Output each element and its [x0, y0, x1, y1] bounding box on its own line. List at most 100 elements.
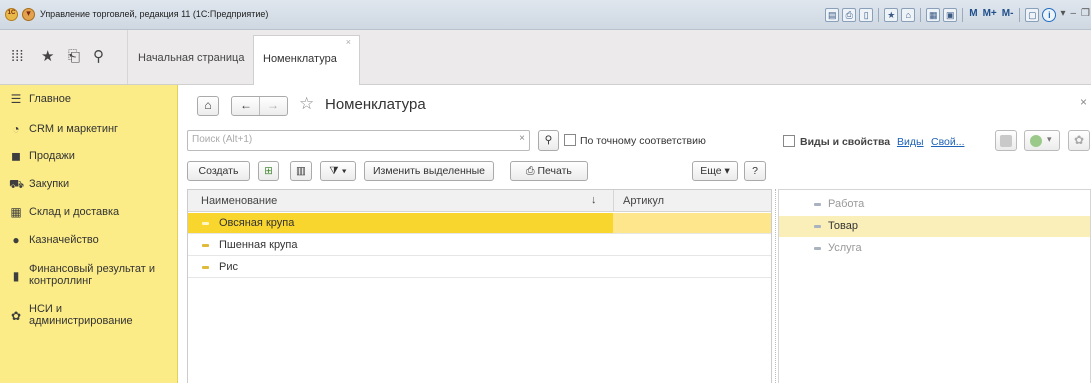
sections-grid-icon[interactable]: ⁞⁞⁞ — [11, 49, 24, 64]
nav-arrows: ← → — [231, 96, 288, 116]
back-arrow-icon[interactable]: ← — [240, 98, 252, 112]
settings-gear-button[interactable]: ✿ — [1068, 130, 1090, 151]
print-icon: ⎙ — [526, 165, 538, 177]
history-icon[interactable]: ⎗ — [68, 49, 80, 64]
edit-selected-button[interactable]: Изменить выделенные — [364, 161, 494, 181]
main-menu-icon[interactable] — [22, 8, 35, 21]
table-row[interactable]: Рис — [188, 257, 771, 278]
tab-home[interactable]: Начальная страница — [138, 52, 244, 64]
page-title: Номенклатура — [325, 96, 426, 113]
sidebar-item-label: Финансовый результат и контроллинг — [29, 263, 155, 287]
memory-plus-button[interactable]: M+ — [982, 8, 998, 22]
title-toolbar: ▤ ⎙ ▯ ★ ⌂ ▦ ▣ M M+ M- ▢ i ▾ – ❐ — [825, 7, 1091, 23]
row-article — [613, 257, 771, 277]
minimize-icon[interactable]: – — [1069, 8, 1077, 22]
circle-icon — [1030, 135, 1042, 147]
column-divider — [613, 190, 614, 212]
table-row[interactable]: Пшенная крупа — [188, 235, 771, 256]
tabs-separator — [127, 30, 128, 84]
calculator-icon[interactable]: ▦ — [926, 8, 941, 22]
gear-icon: ✿ — [1074, 133, 1085, 147]
search-icon[interactable]: ⚲ — [93, 49, 104, 64]
close-form-icon[interactable]: × — [1080, 95, 1087, 109]
kinds-list: Работа Товар Услуга — [778, 189, 1091, 383]
cart-icon: ⛟ — [9, 177, 25, 191]
close-tab-icon[interactable]: × — [346, 37, 351, 47]
sidebar-item-label: Главное — [29, 93, 72, 105]
sidebar-item-label: Продажи — [29, 150, 75, 162]
app-logo-icon[interactable] — [5, 8, 18, 21]
memory-button[interactable]: M — [968, 8, 978, 22]
copy-icon[interactable]: ⊞ — [258, 161, 279, 181]
history-icon[interactable]: ⌂ — [901, 8, 916, 22]
list-item[interactable]: Товар — [779, 216, 1090, 237]
favorites-icon[interactable]: ★ — [884, 8, 899, 22]
tab-nomenclature-label: Номенклатура — [263, 53, 337, 65]
table-row[interactable]: Овсяная крупа — [188, 213, 771, 234]
more-button[interactable]: Еще ▾ — [692, 161, 738, 181]
create-button[interactable]: Создать — [187, 161, 250, 181]
chart-icon: ▮ — [12, 269, 20, 283]
nomenclature-form: ⌂ ← → ☆ Номенклатура × Поиск (Alt+1) × ⚲… — [178, 85, 1091, 383]
sidebar-item-label: CRM и маркетинг — [29, 123, 119, 135]
row-name: Пшенная крупа — [219, 239, 298, 251]
color-menu-button[interactable]: ▾ — [1024, 130, 1060, 151]
properties-link[interactable]: Свой... — [931, 136, 965, 148]
list-item-label: Услуга — [828, 242, 862, 254]
list-icon[interactable]: ▤ — [825, 8, 840, 22]
item-icon — [814, 247, 821, 250]
print-button[interactable]: ⎙ Печать — [510, 161, 588, 181]
search-button[interactable]: ⚲ — [538, 130, 559, 151]
list-item-label: Работа — [828, 198, 865, 210]
window-layout-icon[interactable]: ▢ — [1025, 8, 1040, 22]
notes-icon[interactable] — [995, 130, 1017, 151]
notes-glyph — [1000, 135, 1012, 147]
table-header: Наименование ↓ Артикул — [188, 190, 771, 212]
preview-icon[interactable]: ▯ — [859, 8, 874, 22]
list-item[interactable]: Работа — [779, 194, 1090, 215]
row-name: Рис — [219, 261, 238, 273]
row-article — [613, 235, 771, 255]
kinds-link[interactable]: Виды — [897, 136, 924, 148]
crm-icon: ◔ — [12, 122, 20, 136]
calendar-icon[interactable]: ▣ — [943, 8, 958, 22]
restore-icon[interactable]: ❐ — [1080, 8, 1091, 22]
list-item[interactable]: Услуга — [779, 238, 1090, 259]
row-article — [613, 213, 771, 233]
tab-nomenclature[interactable]: Номенклатура × — [253, 35, 360, 85]
item-icon — [202, 244, 209, 247]
favorites-star-icon[interactable]: ★ — [41, 49, 54, 64]
item-icon — [202, 222, 209, 225]
list-item-label: Товар — [828, 220, 858, 232]
print-icon[interactable]: ⎙ — [842, 8, 857, 22]
search-input[interactable]: Поиск (Alt+1) × — [187, 130, 530, 151]
sidebar-item-label: Казначейство — [29, 234, 99, 246]
dropdown-arrow-icon[interactable]: ▾ — [1059, 8, 1066, 22]
exact-match-checkbox[interactable] — [564, 134, 576, 146]
memory-minus-button[interactable]: M- — [1001, 8, 1015, 22]
kinds-properties-checkbox[interactable] — [783, 135, 795, 147]
filter-icon[interactable]: ⧩ ▾ — [320, 161, 356, 181]
column-header-name[interactable]: Наименование — [201, 195, 277, 207]
toolbar-separator — [962, 8, 964, 22]
panel-splitter[interactable] — [775, 189, 776, 383]
bag-icon: ◼ — [11, 149, 21, 163]
search-placeholder: Поиск (Alt+1) — [192, 134, 253, 145]
help-button[interactable]: ? — [744, 161, 766, 181]
clear-search-icon[interactable]: × — [519, 133, 525, 144]
forward-arrow-icon[interactable]: → — [267, 98, 279, 112]
row-name: Овсяная крупа — [219, 217, 295, 229]
add-favorite-star-icon[interactable]: ☆ — [299, 94, 314, 114]
barcode-icon[interactable]: ▥ — [290, 161, 312, 181]
info-icon[interactable]: i — [1042, 8, 1057, 22]
column-header-article[interactable]: Артикул — [623, 195, 664, 207]
nomenclature-table: Наименование ↓ Артикул Овсяная крупа Пше… — [187, 189, 772, 383]
home-button[interactable]: ⌂ — [197, 96, 219, 116]
warehouse-icon: ▦ — [10, 205, 22, 219]
kinds-properties-label: Виды и свойства — [800, 136, 891, 148]
sidebar-item-label: НСИ и администрирование — [29, 303, 133, 327]
nav-separator — [259, 97, 260, 115]
money-icon: ● — [12, 233, 20, 247]
exact-match-label: По точному соответствию — [580, 135, 706, 147]
toolbar-separator — [920, 8, 922, 22]
